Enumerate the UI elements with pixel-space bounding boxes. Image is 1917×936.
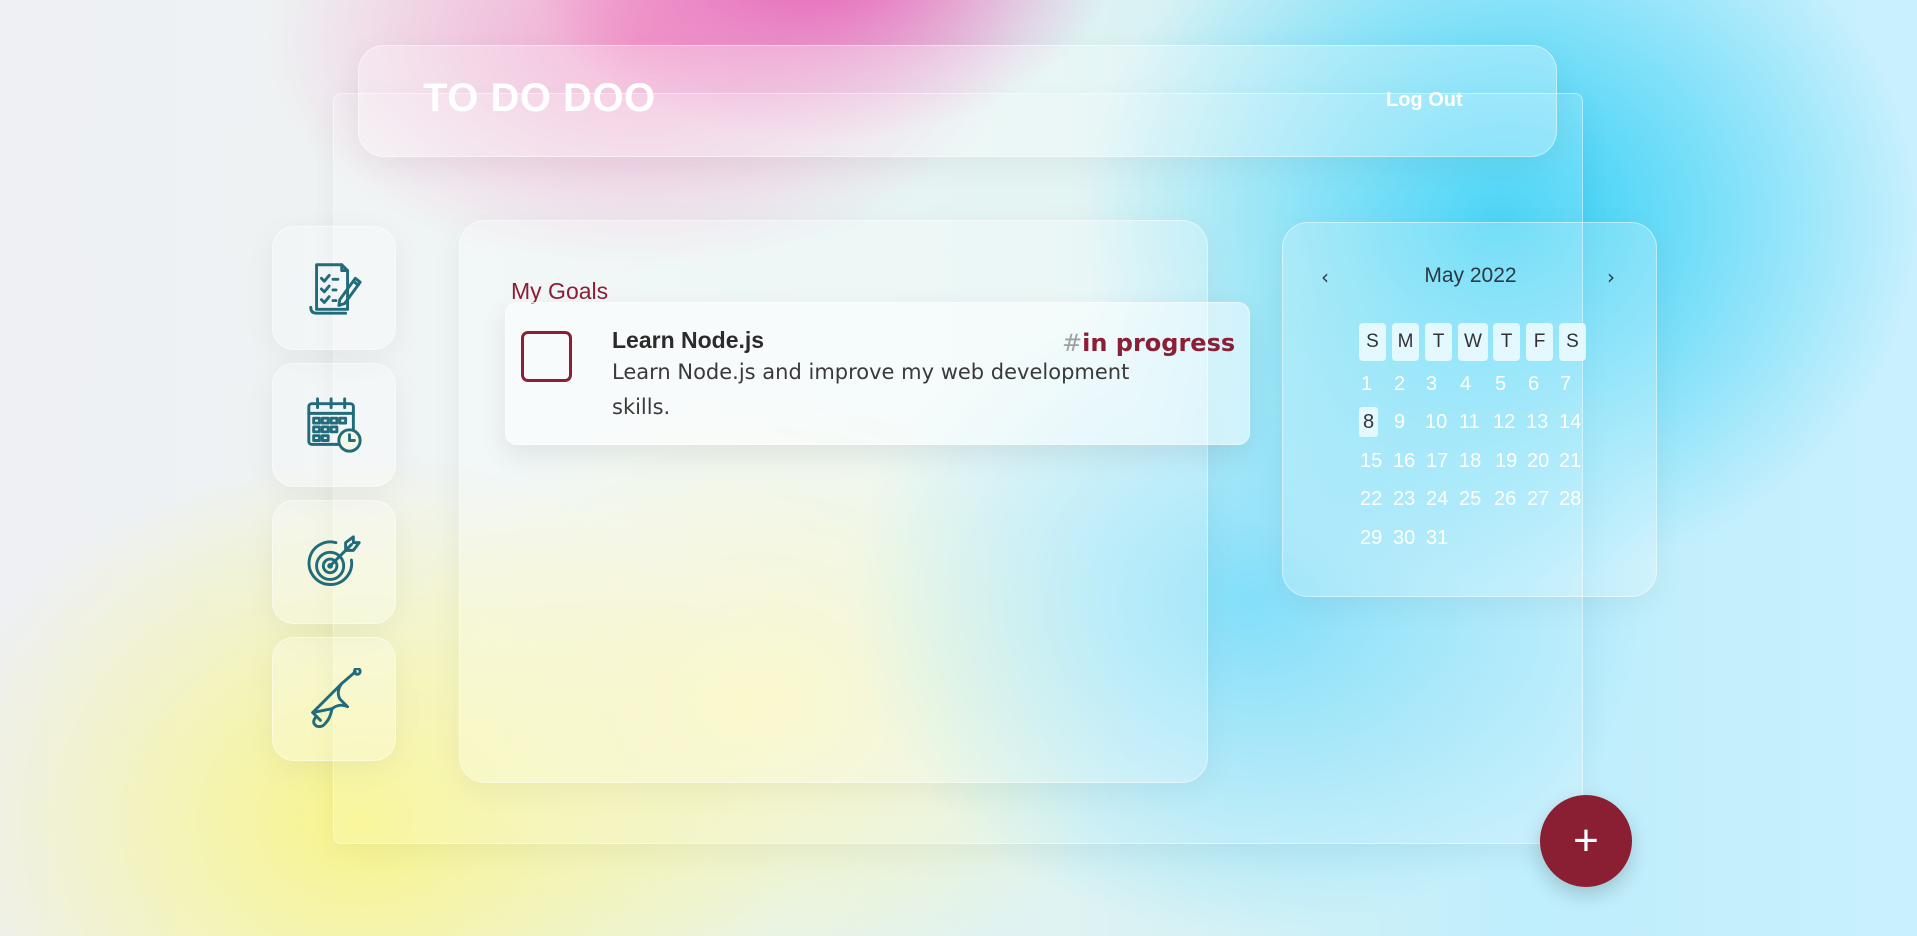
calendar-day[interactable]: 20	[1527, 446, 1549, 476]
calendar-day[interactable]: 23	[1393, 484, 1415, 514]
sidebar-item-notifications[interactable]	[272, 637, 396, 761]
weekday-header: T	[1425, 323, 1452, 361]
weekday-header: S	[1359, 323, 1386, 361]
calendar-day-selected[interactable]: 8	[1359, 407, 1379, 437]
weekday-header: S	[1559, 323, 1586, 361]
weekday-header: T	[1493, 323, 1520, 361]
next-month-button[interactable]: ›	[1607, 265, 1615, 289]
calendar-day[interactable]: 17	[1426, 446, 1448, 476]
calendar-clock-icon	[307, 397, 362, 453]
goal-checkbox[interactable]	[521, 331, 572, 382]
calendar-day[interactable]: 18	[1459, 446, 1481, 476]
calendar-month-label: May 2022	[1424, 264, 1517, 287]
sidebar-item-tasks[interactable]	[272, 226, 396, 350]
sidebar-item-goals[interactable]	[272, 500, 396, 624]
calendar-day[interactable]: 21	[1559, 446, 1581, 476]
calendar-day[interactable]: 9	[1394, 407, 1405, 437]
calendar-day[interactable]: 28	[1559, 484, 1581, 514]
sidebar-item-calendar[interactable]	[272, 363, 396, 487]
calendar-day[interactable]: 2	[1394, 369, 1405, 399]
target-icon	[307, 535, 361, 586]
goal-status-tag[interactable]: #in progress	[1062, 329, 1235, 357]
calendar-day[interactable]: 5	[1495, 369, 1506, 399]
app-title: TO DO DOO	[423, 76, 656, 120]
calendar-day[interactable]: 19	[1495, 446, 1517, 476]
checklist-icon	[309, 263, 362, 315]
calendar-day[interactable]: 24	[1426, 484, 1448, 514]
calendar-day[interactable]: 6	[1528, 369, 1539, 399]
goal-card[interactable]: Learn Node.js Learn Node.js and improve …	[505, 302, 1250, 445]
calendar-day[interactable]: 15	[1360, 446, 1382, 476]
add-goal-button[interactable]: +	[1540, 795, 1632, 887]
calendar-day[interactable]: 30	[1393, 523, 1415, 553]
weekday-header: W	[1458, 323, 1488, 361]
calendar-day[interactable]: 11	[1459, 407, 1480, 437]
tag-label: in progress	[1082, 329, 1236, 357]
goals-title: My Goals	[511, 278, 609, 304]
bell-icon	[311, 668, 362, 729]
calendar-day[interactable]: 16	[1393, 446, 1415, 476]
logout-button[interactable]: Log Out	[1386, 89, 1463, 112]
calendar-day[interactable]: 22	[1360, 484, 1382, 514]
calendar-day[interactable]: 26	[1494, 484, 1516, 514]
calendar-day[interactable]: 12	[1493, 407, 1515, 437]
calendar-day[interactable]: 27	[1527, 484, 1549, 514]
calendar-day[interactable]: 29	[1360, 523, 1382, 553]
weekday-header: M	[1392, 323, 1419, 361]
calendar-day[interactable]: 1	[1361, 369, 1372, 399]
tag-hash: #	[1062, 329, 1083, 357]
calendar-day[interactable]: 3	[1426, 369, 1437, 399]
calendar-day[interactable]: 7	[1560, 369, 1571, 399]
calendar-day[interactable]: 14	[1559, 407, 1581, 437]
weekday-header: F	[1526, 323, 1553, 361]
calendar: ‹ May 2022 › S M T W T F S 1 2 3 4 5 6 7…	[1282, 222, 1657, 597]
calendar-day[interactable]: 10	[1425, 407, 1447, 437]
goal-title: Learn Node.js	[612, 327, 765, 353]
header: TO DO DOO Log Out	[358, 45, 1557, 157]
calendar-day[interactable]: 13	[1526, 407, 1548, 437]
calendar-day[interactable]: 4	[1460, 369, 1471, 399]
goal-description: Learn Node.js and improve my web develop…	[612, 360, 1130, 419]
calendar-day[interactable]: 25	[1459, 484, 1481, 514]
calendar-day[interactable]: 31	[1426, 523, 1448, 553]
